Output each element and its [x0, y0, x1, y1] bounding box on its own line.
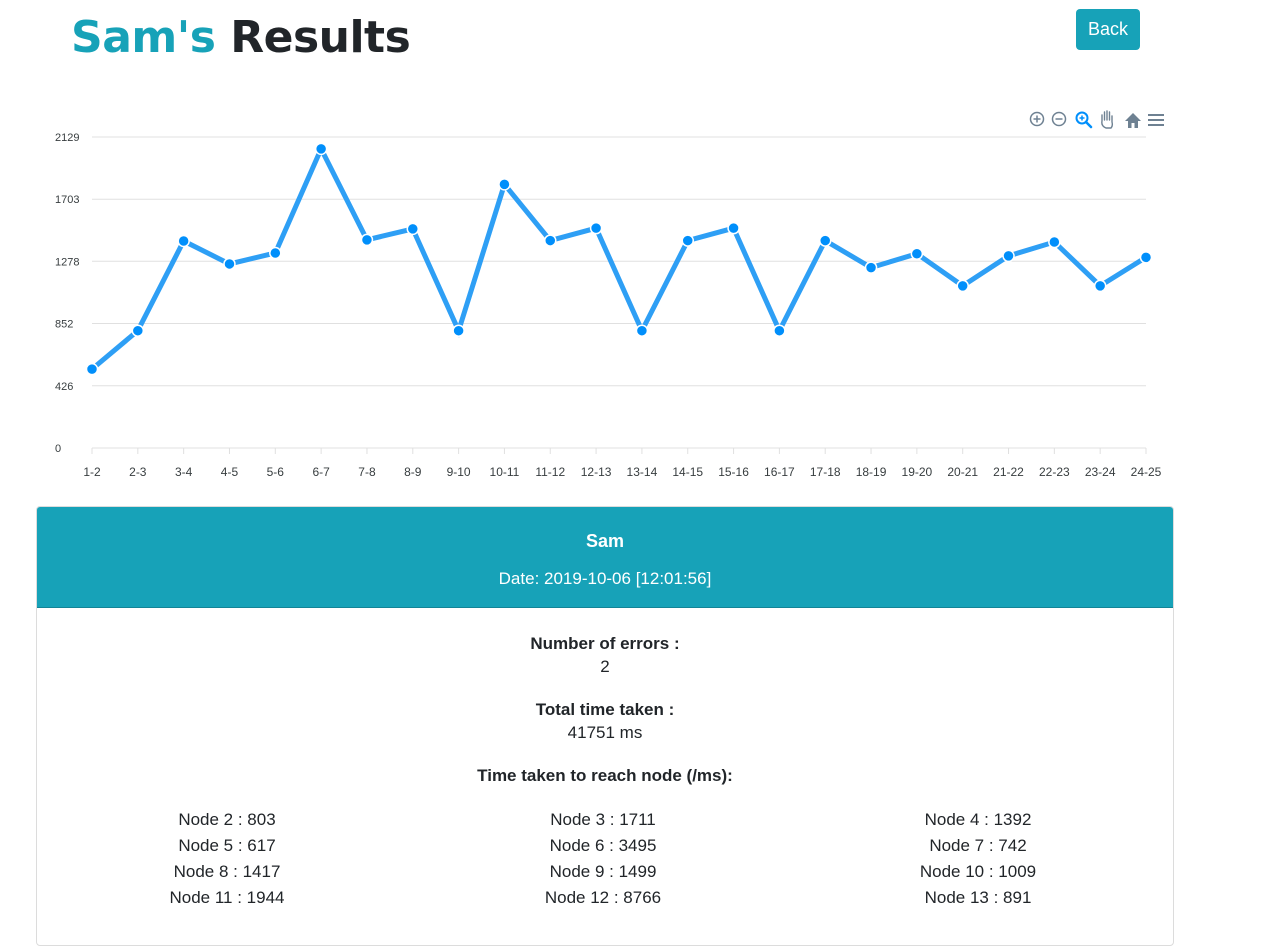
- x-tick-label: 3-4: [175, 465, 193, 479]
- zoom-out-icon[interactable]: [1051, 111, 1067, 127]
- data-point: [269, 246, 282, 260]
- node-times-grid: Node 2 : 803 Node 3 : 1711 Node 4 : 1392…: [37, 807, 1173, 911]
- zoom-in-icon[interactable]: [1029, 111, 1045, 127]
- data-point: [406, 222, 420, 236]
- data-point: [131, 324, 145, 337]
- data-point: [773, 324, 786, 337]
- pan-icon[interactable]: [1101, 110, 1114, 129]
- y-tick-label: 0: [55, 443, 61, 455]
- x-tick-label: 18-19: [856, 465, 887, 479]
- data-point: [727, 221, 740, 235]
- chart-series: [85, 142, 1153, 376]
- node-times-label: Time taken to reach node (/ms):: [477, 766, 733, 785]
- errors-value: 2: [600, 657, 610, 676]
- data-point: [177, 234, 190, 248]
- data-point: [1093, 279, 1107, 293]
- x-tick-label: 6-7: [312, 465, 330, 479]
- data-point: [589, 221, 603, 235]
- x-tick-label: 23-24: [1085, 465, 1116, 479]
- data-point: [864, 261, 878, 274]
- node-time-item: Node 13 : 891: [924, 888, 1032, 907]
- x-tick-label: 5-6: [267, 465, 285, 479]
- x-tick-label: 1-2: [83, 465, 101, 479]
- x-tick-label: 21-22: [993, 465, 1024, 479]
- data-point: [498, 178, 511, 191]
- node-time-item: Node 12 : 8766: [544, 888, 662, 907]
- data-point: [681, 234, 694, 247]
- selection-zoom-icon[interactable]: [1075, 111, 1093, 129]
- node-time-item: Node 2 : 803: [178, 810, 276, 829]
- chart-toolbar: [1029, 110, 1164, 129]
- data-point: [1002, 249, 1015, 263]
- reset-home-icon[interactable]: [1125, 113, 1141, 128]
- result-card-header: Sam Date: 2019-10-06 [12:01:56]: [37, 507, 1173, 608]
- x-tick-label: 24-25: [1131, 465, 1162, 479]
- result-card: Sam Date: 2019-10-06 [12:01:56] Number o…: [36, 506, 1174, 946]
- y-tick-label: 1703: [55, 194, 79, 206]
- result-date: Date: 2019-10-06 [12:01:56]: [498, 569, 712, 588]
- x-tick-label: 9-10: [447, 465, 471, 479]
- data-point: [818, 234, 832, 247]
- result-user-name: Sam: [585, 531, 625, 551]
- x-tick-label: 11-12: [535, 465, 565, 479]
- node-time-item: Node 9 : 1499: [549, 862, 657, 881]
- data-point: [956, 279, 969, 293]
- x-tick-label: 16-17: [764, 465, 795, 479]
- y-tick-label: 1278: [55, 256, 79, 268]
- chart-axes: 0 426 852 1278 1703 2129 1-2 2-3 3-4 4-5 5-6 6-7 7-8…: [55, 132, 1162, 479]
- total-time-label: Total time taken :: [535, 700, 675, 719]
- node-time-item: Node 8 : 1417: [173, 862, 281, 881]
- x-tick-label: 10-11: [490, 465, 520, 479]
- node-time-item: Node 7 : 742: [929, 836, 1027, 855]
- data-point: [1139, 251, 1153, 264]
- errors-label: Number of errors :: [530, 634, 680, 653]
- data-point: [910, 247, 924, 260]
- x-tick-label: 13-14: [627, 465, 658, 479]
- x-tick-label: 12-13: [581, 465, 612, 479]
- node-time-item: Node 10 : 1009: [919, 862, 1037, 881]
- data-point: [314, 142, 328, 156]
- x-tick-label: 14-15: [672, 465, 703, 479]
- x-tick-label: 15-16: [718, 465, 749, 479]
- line-chart: 0 426 852 1278 1703 2129 1-2 2-3 3-4 4-5 5-6 6-7 7-8…: [55, 110, 1164, 479]
- result-card-body: Number of errors : 2 Total time taken : …: [37, 633, 1173, 911]
- data-point: [85, 362, 99, 376]
- node-time-item: Node 5 : 617: [178, 836, 276, 855]
- x-tick-label: 7-8: [358, 465, 376, 479]
- data-point: [452, 324, 465, 337]
- node-time-item: Node 6 : 3495: [549, 836, 657, 855]
- data-point: [223, 257, 236, 271]
- x-tick-label: 20-21: [947, 465, 978, 479]
- x-tick-label: 22-23: [1039, 465, 1070, 479]
- total-time-value: 41751 ms: [567, 723, 643, 742]
- data-point: [1048, 235, 1061, 249]
- data-point: [635, 324, 649, 337]
- y-tick-label: 852: [55, 319, 73, 331]
- x-tick-label: 4-5: [221, 465, 239, 479]
- data-point: [544, 234, 557, 247]
- node-time-item: Node 4 : 1392: [924, 810, 1032, 829]
- data-point: [360, 233, 374, 247]
- y-tick-label: 426: [55, 381, 73, 393]
- x-tick-label: 19-20: [902, 465, 933, 479]
- x-tick-label: 8-9: [404, 465, 422, 479]
- series-line: [90, 142, 1148, 372]
- node-time-item: Node 11 : 1944: [169, 888, 285, 907]
- x-tick-label: 17-18: [810, 465, 841, 479]
- node-time-item: Node 3 : 1711: [550, 810, 656, 829]
- x-tick-label: 2-3: [129, 465, 147, 479]
- menu-icon[interactable]: [1148, 114, 1164, 126]
- y-tick-label: 2129: [55, 132, 79, 144]
